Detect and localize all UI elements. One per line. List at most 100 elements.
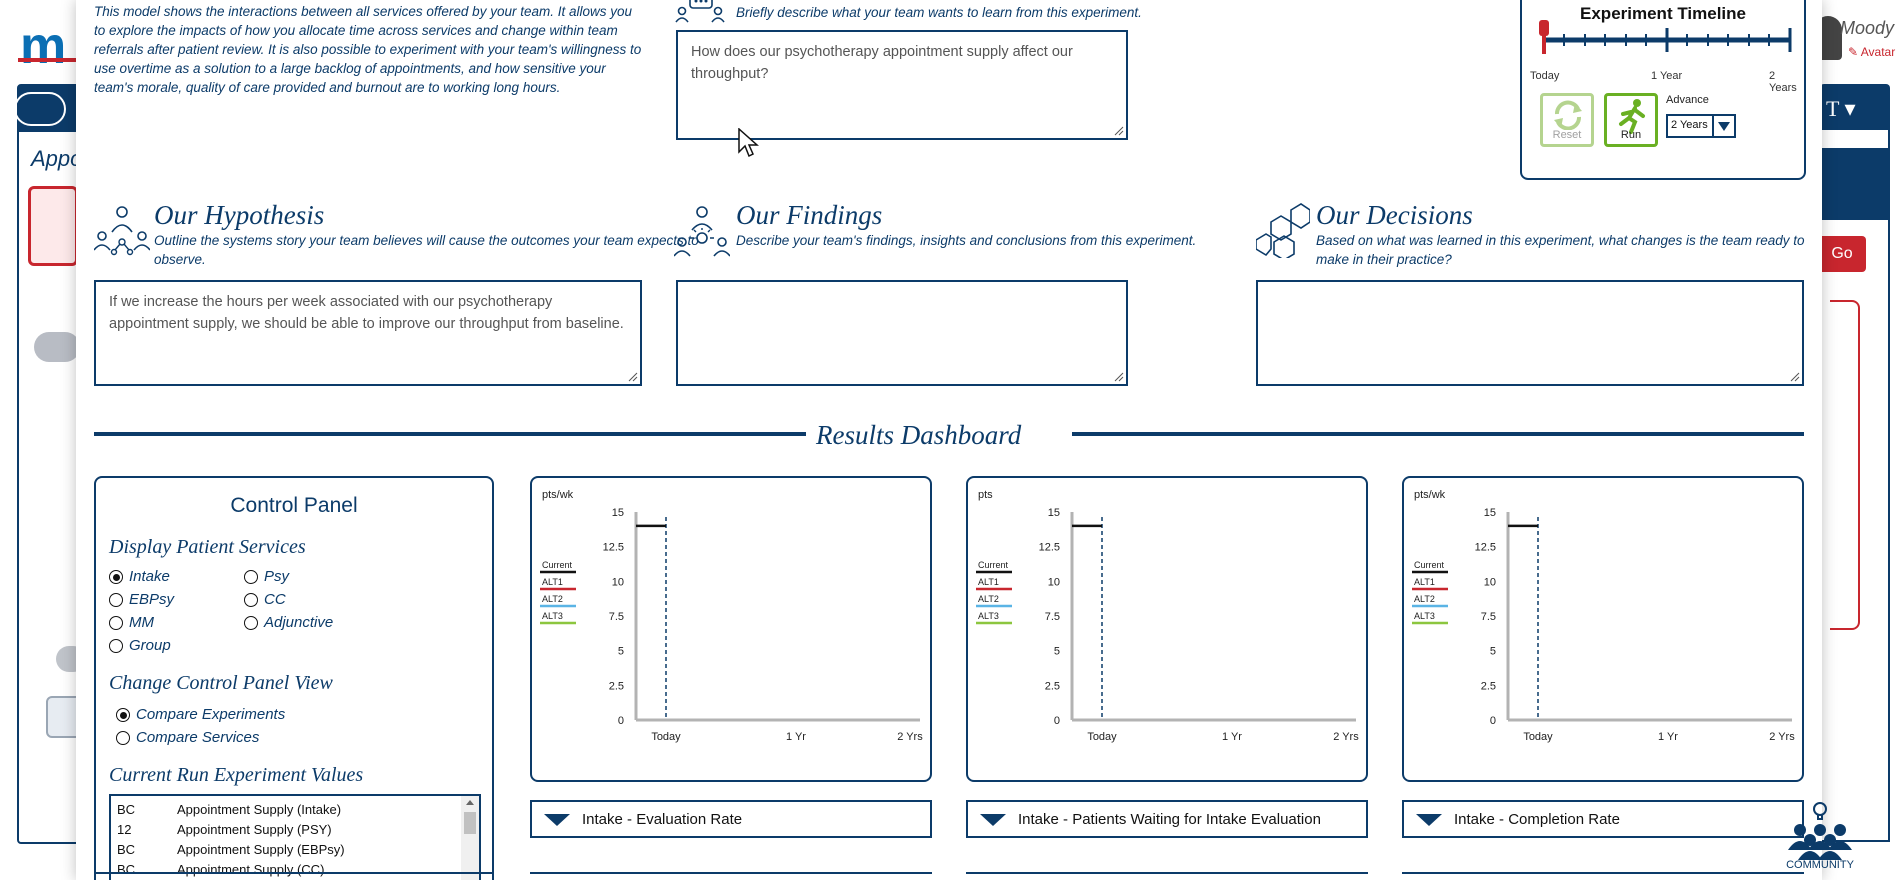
y-tick-label: 2.5 bbox=[1481, 680, 1496, 692]
resize-grip-icon[interactable] bbox=[1114, 126, 1124, 136]
chart-svg: pts 15 12.5 10 7.5 5 2.5 0 Today 1 Yr 2 Yrs Current… bbox=[976, 489, 1359, 743]
chart-svg: pts/wk 15 12.5 10 7.5 5 2.5 0 Today 1 Yr 2 Yrs Curr… bbox=[1412, 489, 1795, 743]
chevron-down-icon[interactable] bbox=[978, 812, 1008, 828]
y-tick-label: 12.5 bbox=[1039, 542, 1060, 554]
x-tick-label: 1 Yr bbox=[1222, 731, 1242, 743]
avatar-link-label: Avatar bbox=[1860, 45, 1896, 59]
next-row-edge bbox=[1402, 872, 1804, 880]
radio-ebpsy[interactable]: EBPsy bbox=[109, 591, 174, 609]
findings-lightbulb-icon bbox=[674, 206, 730, 257]
x-tick-label: 2 Yrs bbox=[1769, 731, 1795, 743]
text-tool-glyph: T bbox=[1826, 96, 1840, 121]
legend-label: ALT3 bbox=[978, 611, 999, 621]
x-tick-label: Today bbox=[1087, 731, 1117, 743]
model-description: This model shows the interactions betwee… bbox=[94, 4, 642, 95]
y-unit-label: pts bbox=[978, 489, 993, 501]
y-tick-label: 10 bbox=[1048, 576, 1060, 588]
team-chat-icon bbox=[675, 0, 725, 23]
chevron-down-icon[interactable] bbox=[1712, 116, 1734, 136]
x-tick-label: Today bbox=[651, 731, 681, 743]
advance-select[interactable]: 2 Years bbox=[1666, 114, 1736, 138]
hypothesis-subtitle: Outline the systems story your team beli… bbox=[154, 233, 699, 267]
y-tick-label: 5 bbox=[618, 646, 624, 658]
hypothesis-textarea[interactable]: If we increase the hours per week associ… bbox=[94, 280, 642, 386]
question-textarea[interactable]: How does our psychotherapy appointment s… bbox=[676, 30, 1128, 140]
value-name: Appointment Supply (EBPsy) bbox=[177, 842, 345, 857]
hypothesis-network-icon bbox=[94, 206, 150, 256]
next-row-edge bbox=[966, 872, 1368, 880]
legend-label: Current bbox=[978, 560, 1009, 570]
findings-textarea[interactable] bbox=[676, 280, 1128, 386]
app-logo: m bbox=[20, 17, 66, 75]
appointment-card[interactable] bbox=[28, 186, 78, 266]
experiment-timeline: Experiment Timeline Today 1 Year 2 Years bbox=[1520, 0, 1806, 180]
decisions-subtitle: Based on what was learned in this experi… bbox=[1316, 233, 1805, 267]
chart-completion-rate: pts/wk 15 12.5 10 7.5 5 2.5 0 Today 1 Yr 2 Yrs Curr… bbox=[1402, 476, 1804, 782]
metric-select[interactable]: Intake - Patients Waiting for Intake Eva… bbox=[966, 800, 1368, 838]
y-tick-label: 5 bbox=[1054, 646, 1060, 658]
x-tick-label: Today bbox=[1523, 731, 1553, 743]
legend-label: ALT3 bbox=[542, 611, 563, 621]
metric-select[interactable]: Intake - Completion Rate bbox=[1402, 800, 1804, 838]
run-button[interactable]: Run bbox=[1604, 93, 1658, 147]
text-tool-icon[interactable]: T ▾ bbox=[1826, 96, 1856, 122]
control-view-heading: Change Control Panel View bbox=[109, 672, 333, 694]
list-scrollbar[interactable] bbox=[461, 796, 479, 880]
hypothesis-title: Our Hypothesis bbox=[154, 200, 325, 230]
timeline-marker[interactable] bbox=[1539, 20, 1549, 36]
community-people-icon bbox=[1788, 802, 1852, 860]
reset-label: Reset bbox=[1552, 129, 1582, 141]
hypothesis-text: If we increase the hours per week associ… bbox=[109, 294, 624, 332]
legend-label: Current bbox=[1414, 560, 1445, 570]
radio-group[interactable]: Group bbox=[109, 637, 171, 655]
community-button[interactable]: COMMUNITY bbox=[1774, 800, 1866, 871]
metric-select-label: Intake - Completion Rate bbox=[1454, 811, 1620, 828]
resize-grip-icon[interactable] bbox=[1790, 372, 1800, 382]
left-panel-title: Appo bbox=[31, 146, 83, 171]
avatar-link[interactable]: ✎ Avatar bbox=[1848, 45, 1895, 59]
y-unit-label: pts/wk bbox=[1414, 489, 1446, 501]
results-dashboard-title: Results Dashboard bbox=[816, 420, 1022, 450]
y-tick-label: 2.5 bbox=[1045, 680, 1060, 692]
timeline-track[interactable] bbox=[1522, 14, 1808, 64]
reset-button[interactable]: Reset bbox=[1540, 93, 1594, 147]
decisions-textarea[interactable] bbox=[1256, 280, 1804, 386]
y-tick-label: 0 bbox=[1490, 715, 1496, 727]
legend-label: ALT2 bbox=[1414, 594, 1435, 604]
chevron-down-icon[interactable] bbox=[1414, 812, 1444, 828]
radio-compare-services[interactable]: Compare Services bbox=[116, 729, 259, 747]
radio-intake[interactable]: Intake bbox=[109, 568, 170, 586]
resize-grip-icon[interactable] bbox=[1114, 372, 1124, 382]
decisions-title: Our Decisions bbox=[1316, 200, 1473, 230]
y-unit-label: pts/wk bbox=[542, 489, 574, 501]
x-tick-label: 2 Yrs bbox=[897, 731, 923, 743]
radio-mm[interactable]: MM bbox=[109, 614, 154, 632]
control-panel-title: Control Panel bbox=[230, 494, 358, 517]
refresh-icon bbox=[1554, 100, 1582, 130]
metric-select-label: Intake - Patients Waiting for Intake Eva… bbox=[1018, 811, 1321, 828]
chart-patients-waiting: pts 15 12.5 10 7.5 5 2.5 0 Today 1 Yr 2 Yrs Current… bbox=[966, 476, 1368, 782]
metric-select[interactable]: Intake - Evaluation Rate bbox=[530, 800, 932, 838]
chevron-down-icon[interactable] bbox=[542, 812, 572, 828]
y-tick-label: 7.5 bbox=[1481, 611, 1496, 623]
value-name: Appointment Supply (PSY) bbox=[177, 822, 332, 837]
community-label: COMMUNITY bbox=[1786, 859, 1854, 871]
experiment-values-list[interactable]: BC Appointment Supply (Intake) 12 Appoin… bbox=[109, 794, 481, 880]
radio-adjunctive[interactable]: Adjunctive bbox=[244, 614, 333, 632]
go-button[interactable]: Go bbox=[1818, 236, 1866, 272]
question-text: How does our psychotherapy appointment s… bbox=[691, 44, 1073, 82]
x-tick-label: 2 Yrs bbox=[1333, 731, 1359, 743]
timeline-label-1year: 1 Year bbox=[1651, 70, 1683, 82]
next-row-edge bbox=[530, 872, 932, 880]
user-name: Moody bbox=[1840, 18, 1895, 38]
radio-compare-experiments[interactable]: Compare Experiments bbox=[116, 706, 285, 724]
y-tick-label: 7.5 bbox=[609, 611, 624, 623]
radio-cc[interactable]: CC bbox=[244, 591, 286, 609]
legend-label: ALT1 bbox=[1414, 577, 1435, 587]
value-code: BC bbox=[117, 802, 136, 817]
y-tick-label: 15 bbox=[1048, 507, 1060, 519]
resize-grip-icon[interactable] bbox=[628, 372, 638, 382]
y-tick-label: 0 bbox=[1054, 715, 1060, 727]
radio-psy[interactable]: Psy bbox=[244, 568, 289, 586]
legend-label: ALT1 bbox=[978, 577, 999, 587]
